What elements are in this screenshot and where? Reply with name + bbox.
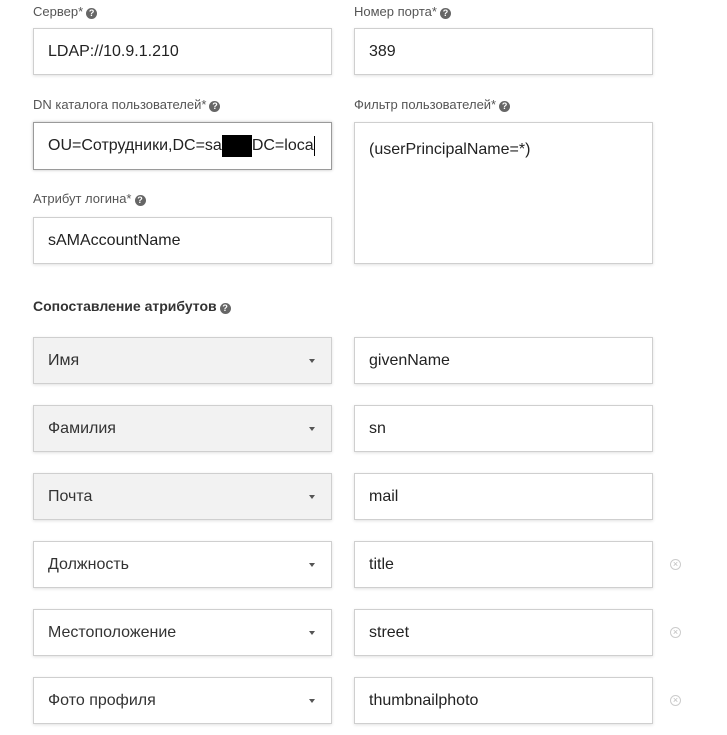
mapping-field-select[interactable]: Почта [33, 473, 332, 520]
caret-down-icon [309, 494, 315, 499]
redaction-block [221, 135, 252, 157]
caret-down-icon [309, 426, 315, 431]
help-icon[interactable]: ? [86, 8, 98, 19]
user-filter-label: Фильтр пользователей*? [354, 97, 511, 113]
caret-down-icon [309, 358, 315, 363]
login-attr-input[interactable]: sAMAccountName [33, 217, 332, 264]
help-icon[interactable]: ? [209, 101, 221, 112]
user-filter-textarea[interactable]: (userPrincipalName=*) [354, 122, 653, 264]
mapping-field-select[interactable]: Должность [33, 541, 332, 588]
remove-circle-icon[interactable]: × [670, 559, 681, 570]
remove-circle-icon[interactable]: × [670, 627, 681, 638]
mapping-attribute-input[interactable]: givenName [354, 337, 653, 384]
mapping-attribute-input[interactable]: thumbnailphoto [354, 677, 653, 724]
mapping-field-select[interactable]: Имя [33, 337, 332, 384]
mapping-field-select[interactable]: Фамилия [33, 405, 332, 452]
port-label: Номер порта*? [354, 4, 451, 20]
login-attr-label: Атрибут логина*? [33, 191, 146, 207]
caret-down-icon [309, 562, 315, 567]
server-label: Сервер*? [33, 4, 98, 20]
server-input[interactable]: LDAP://10.9.1.210 [33, 28, 332, 75]
text-cursor [313, 136, 315, 156]
caret-down-icon [309, 630, 315, 635]
mapping-attribute-input[interactable]: street [354, 609, 653, 656]
help-icon[interactable]: ? [439, 8, 451, 19]
mapping-field-select[interactable]: Местоположение [33, 609, 332, 656]
remove-circle-icon[interactable]: × [670, 695, 681, 706]
help-icon[interactable]: ? [499, 101, 511, 112]
mapping-attribute-input[interactable]: mail [354, 473, 653, 520]
user-dn-input[interactable]: OU=Сотрудники,DC=sa DC=loca [33, 122, 332, 170]
mapping-field-select[interactable]: Фото профиля [33, 677, 332, 724]
mapping-attribute-input[interactable]: title [354, 541, 653, 588]
user-dn-label: DN каталога пользователей*? [33, 97, 221, 113]
help-icon[interactable]: ? [219, 303, 231, 314]
help-icon[interactable]: ? [134, 195, 146, 206]
port-input[interactable]: 389 [354, 28, 653, 75]
caret-down-icon [309, 698, 315, 703]
mapping-attribute-input[interactable]: sn [354, 405, 653, 452]
mapping-title: Сопоставление атрибутов? [33, 297, 231, 315]
